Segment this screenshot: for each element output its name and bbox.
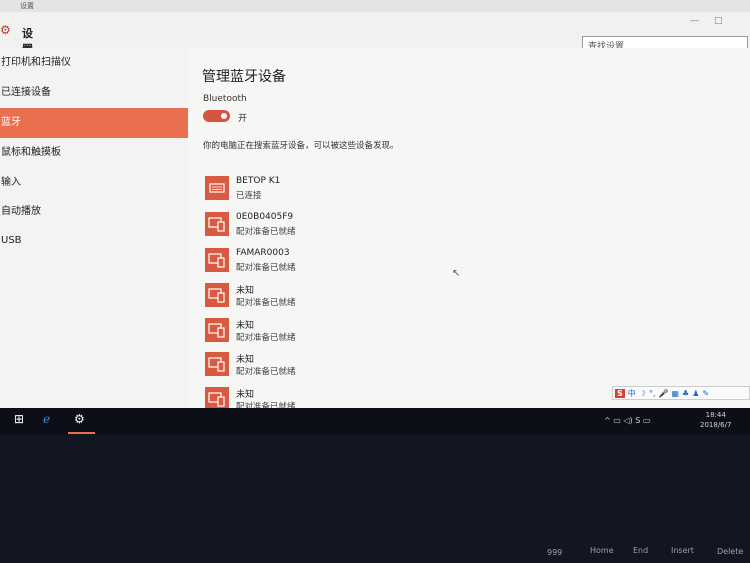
device-name: 未知 — [236, 355, 255, 365]
main-content: 管理蓝牙设备 Bluetooth 开 你的电脑正在搜索蓝牙设备，可以被这些设备发… — [188, 48, 750, 408]
sidebar-item-label: USB — [1, 235, 22, 246]
device-item[interactable]: 未知 配对准备已就绪 — [205, 318, 505, 346]
phone-pc-icon — [205, 352, 229, 376]
taskbar-clock[interactable]: 18:44 2018/6/7 — [700, 410, 731, 430]
volume-icon[interactable]: ◁) — [623, 416, 632, 425]
punctuation-icon[interactable]: °, — [649, 389, 656, 398]
device-name: 未知 — [236, 286, 255, 296]
key-label: 999 — [547, 548, 563, 557]
phone-pc-icon — [205, 248, 229, 272]
key-end: End — [633, 546, 649, 555]
microphone-icon[interactable]: 🎤 — [658, 389, 668, 398]
ime-logo: S — [615, 388, 625, 398]
phone-pc-icon — [205, 387, 229, 408]
key-home: Home — [590, 546, 614, 555]
device-status: 配对准备已就绪 — [236, 298, 296, 308]
mouse-cursor-icon: ↖ — [452, 268, 461, 279]
device-name: BETOP K1 — [236, 176, 281, 186]
ime-toolbar[interactable]: S 中 ☽ °, 🎤 ▦ ♣ ♟ ✎ — [612, 386, 750, 400]
sidebar-item-label: 鼠标和触摸板 — [1, 147, 61, 158]
device-item[interactable]: BETOP K1 已连接 — [205, 176, 505, 204]
sidebar-item-label: 已连接设备 — [1, 87, 51, 98]
network-icon[interactable]: ▭ — [613, 416, 621, 425]
device-status: 配对准备已就绪 — [236, 402, 296, 408]
bluetooth-label: Bluetooth — [203, 94, 247, 104]
sidebar-item-connected-devices[interactable]: 已连接设备 — [0, 78, 188, 108]
phone-pc-icon — [205, 318, 229, 342]
minimize-icon[interactable]: — — [690, 16, 699, 26]
settings-gear-icon[interactable]: ⚙ — [74, 412, 85, 426]
keyboard-icon[interactable]: ▦ — [671, 389, 679, 398]
ime-mode[interactable]: 中 — [628, 388, 636, 399]
device-name: FAMAR0003 — [236, 248, 290, 258]
device-status: 配对准备已就绪 — [236, 227, 296, 237]
device-name: 未知 — [236, 321, 255, 331]
phone-pc-icon — [205, 212, 229, 236]
sidebar-item-label: 打印机和扫描仪 — [1, 57, 71, 68]
device-name: 未知 — [236, 390, 255, 400]
gear-icon: ⚙ — [0, 23, 11, 37]
bluetooth-toggle[interactable] — [203, 110, 230, 122]
device-item[interactable]: 0E0B0405F9 配对准备已就绪 — [205, 212, 505, 240]
skin-icon[interactable]: ♣ — [682, 389, 689, 398]
device-item[interactable]: 未知 配对准备已就绪 — [205, 387, 505, 408]
clock-date: 2018/6/7 — [700, 421, 732, 429]
device-status: 配对准备已就绪 — [236, 367, 296, 377]
sidebar-item-usb[interactable]: USB — [0, 226, 188, 256]
device-status: 已连接 — [236, 191, 262, 201]
moon-icon[interactable]: ☽ — [639, 389, 646, 398]
sidebar-item-label: 输入 — [1, 177, 21, 188]
toggle-state-label: 开 — [238, 114, 248, 124]
sidebar-item-label: 蓝牙 — [1, 117, 21, 128]
sidebar-item-mouse-touchpad[interactable]: 鼠标和触摸板 — [0, 138, 188, 168]
edge-browser-icon[interactable]: ℯ — [43, 412, 50, 426]
system-tray: ^ ▭ ◁) S ▭ — [604, 416, 650, 425]
shirt-icon[interactable]: ♟ — [692, 389, 699, 398]
monitor-screen: 设置 — □ ⚙ 设置 查找设置 打印机和扫描仪 已连接设备 蓝牙 鼠标和触摸板… — [0, 0, 750, 408]
windows-start-icon[interactable]: ⊞ — [14, 412, 24, 426]
device-status: 配对准备已就绪 — [236, 263, 296, 273]
laptop-keyboard-area: 999 Home End Insert Delete — [0, 434, 750, 563]
sidebar-item-label: 自动播放 — [1, 206, 41, 217]
discovery-message: 你的电脑正在搜索蓝牙设备，可以被这些设备发现。 — [203, 141, 399, 151]
sidebar-item-autoplay[interactable]: 自动播放 — [0, 197, 188, 227]
chevron-up-icon[interactable]: ^ — [604, 416, 611, 425]
window-title: 设置 — [20, 2, 34, 10]
chat-icon[interactable]: ▭ — [643, 416, 651, 425]
tools-icon[interactable]: ✎ — [702, 389, 709, 398]
device-status: 配对准备已就绪 — [236, 333, 296, 343]
toggle-knob — [221, 113, 227, 119]
device-name: 0E0B0405F9 — [236, 212, 294, 222]
sidebar-item-bluetooth[interactable]: 蓝牙 — [0, 108, 188, 138]
key-delete: Delete — [717, 547, 744, 556]
device-item[interactable]: 未知 配对准备已就绪 — [205, 283, 505, 311]
clock-time: 18:44 — [705, 411, 726, 419]
maximize-icon[interactable]: □ — [714, 16, 723, 26]
page-title: 管理蓝牙设备 — [202, 69, 286, 85]
ime-tray-icon[interactable]: S — [635, 416, 640, 425]
device-item[interactable]: 未知 配对准备已就绪 — [205, 352, 505, 380]
keyboard-icon — [205, 176, 229, 200]
window-titlebar: 设置 — [0, 0, 750, 12]
sidebar-item-printers[interactable]: 打印机和扫描仪 — [0, 48, 188, 78]
phone-pc-icon — [205, 283, 229, 307]
taskbar: ⊞ ℯ ⚙ ^ ▭ ◁) S ▭ 18:44 2018/6/7 — [0, 408, 750, 434]
sidebar: 打印机和扫描仪 已连接设备 蓝牙 鼠标和触摸板 输入 自动播放 USB — [0, 48, 188, 408]
sidebar-item-typing[interactable]: 输入 — [0, 168, 188, 198]
key-insert: Insert — [671, 546, 694, 555]
